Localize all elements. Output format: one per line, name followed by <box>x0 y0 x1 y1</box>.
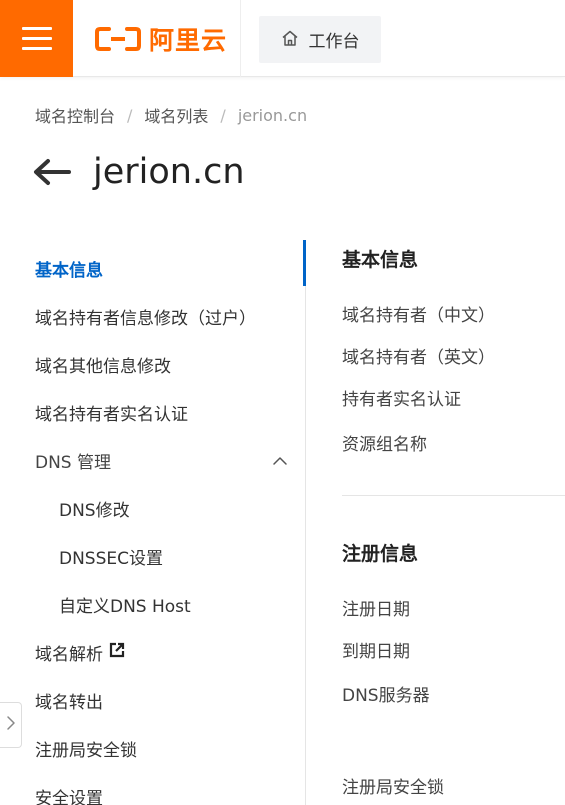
external-link-icon <box>109 642 125 663</box>
nav-other-info-change[interactable]: 域名其他信息修改 <box>35 352 171 377</box>
nav-custom-dns-host[interactable]: 自定义DNS Host <box>59 592 191 617</box>
active-indicator <box>303 240 306 286</box>
chevron-up-icon[interactable] <box>272 452 288 471</box>
page-header: jerion.cn <box>33 152 245 192</box>
top-navbar: 阿里云 工作台 <box>0 0 565 77</box>
menu-icon-line <box>21 37 52 40</box>
nav-divider <box>305 286 306 805</box>
field-label-owner-verification: 持有者实名认证 <box>342 390 461 410</box>
hamburger-menu-button[interactable] <box>0 0 73 77</box>
nav-domain-transfer-out[interactable]: 域名转出 <box>35 688 103 713</box>
field-label-dns-servers: DNS服务器 <box>342 686 430 706</box>
nav-dns-management[interactable]: DNS 管理 <box>35 448 111 473</box>
nav-dns-modify[interactable]: DNS修改 <box>59 496 130 521</box>
breadcrumb-domain-list[interactable]: 域名列表 <box>144 103 208 127</box>
breadcrumb: 域名控制台 / 域名列表 / jerion.cn <box>35 103 307 127</box>
field-label-expiry-date: 到期日期 <box>342 642 410 662</box>
home-icon <box>281 29 299 51</box>
field-label-owner-en: 域名持有者（英文） <box>342 348 495 368</box>
workbench-button[interactable]: 工作台 <box>259 16 381 63</box>
nav-domain-resolution-label: 域名解析 <box>35 645 103 665</box>
sidebar-collapse-handle[interactable] <box>0 702 22 748</box>
section-title-registration-info: 注册信息 <box>342 543 419 565</box>
breadcrumb-separator: / <box>220 105 226 125</box>
field-label-resource-group: 资源组名称 <box>342 435 427 455</box>
nav-owner-info-change[interactable]: 域名持有者信息修改（过户） <box>35 304 256 329</box>
workbench-label: 工作台 <box>308 32 360 52</box>
nav-owner-verification[interactable]: 域名持有者实名认证 <box>35 400 188 425</box>
nav-domain-resolution[interactable]: 域名解析 <box>35 640 125 665</box>
field-label-owner-cn: 域名持有者（中文） <box>342 306 495 326</box>
back-arrow-icon[interactable] <box>33 158 71 186</box>
menu-icon-line <box>21 27 52 30</box>
aliyun-logo[interactable]: 阿里云 <box>95 22 227 56</box>
page-title: jerion.cn <box>93 152 245 192</box>
nav-basic-info[interactable]: 基本信息 <box>35 256 103 281</box>
chevron-right-icon <box>6 715 16 735</box>
nav-registry-lock[interactable]: 注册局安全锁 <box>35 736 137 761</box>
menu-icon-line <box>21 47 52 50</box>
breadcrumb-separator: / <box>127 105 133 125</box>
aliyun-logo-icon <box>95 26 141 52</box>
section-divider <box>342 495 565 496</box>
field-label-registration-date: 注册日期 <box>342 600 410 620</box>
nav-dnssec-settings[interactable]: DNSSEC设置 <box>59 544 163 569</box>
section-title-basic-info: 基本信息 <box>342 249 419 271</box>
topbar-divider <box>240 0 241 77</box>
breadcrumb-domain-console[interactable]: 域名控制台 <box>35 103 115 127</box>
breadcrumb-current: jerion.cn <box>237 105 308 125</box>
field-label-registry-lock: 注册局安全锁 <box>342 778 444 798</box>
logo-text: 阿里云 <box>149 26 228 55</box>
nav-security-settings[interactable]: 安全设置 <box>35 784 103 805</box>
